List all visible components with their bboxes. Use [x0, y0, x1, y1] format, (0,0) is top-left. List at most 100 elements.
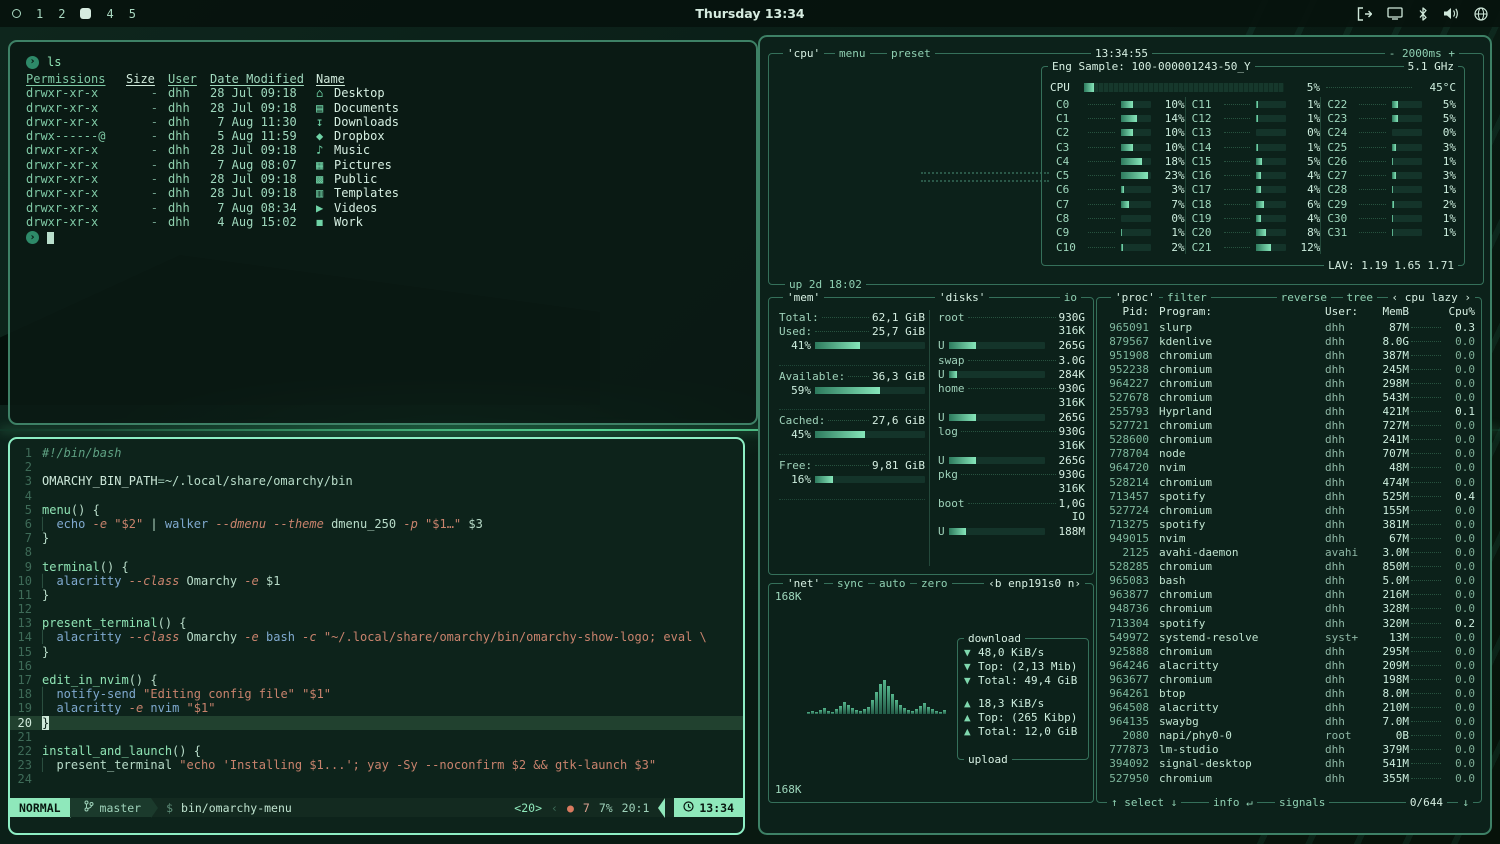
proc-filter-button[interactable]: filter: [1163, 291, 1211, 304]
disk-row: pkg930G: [938, 467, 1085, 481]
file-row: drwxr-xr-x-dhh 7 Aug 08:07▦Pictures: [26, 158, 740, 172]
disk-row: root930G: [938, 310, 1085, 324]
volume-icon[interactable]: [1443, 7, 1459, 20]
cpu-model-label: Eng Sample: 100-000001243-50_Y: [1048, 60, 1255, 73]
workspace-5[interactable]: 5: [129, 7, 136, 21]
process-row[interactable]: 964246alacrittydhh209M0.0: [1103, 658, 1475, 672]
process-row[interactable]: 964508alacrittydhh210M0.0: [1103, 701, 1475, 715]
workspace-active-icon[interactable]: [80, 8, 91, 19]
process-row[interactable]: 713457spotifydhh525M0.4: [1103, 489, 1475, 503]
neovim-window: 1#!/bin/bash23OMARCHY_BIN_PATH=~/.local/…: [8, 437, 745, 835]
process-row[interactable]: 777873lm-studiodhh379M0.0: [1103, 743, 1475, 757]
code-line: 1#!/bin/bash: [10, 446, 743, 460]
process-row[interactable]: 965083bashdhh5.0M0.0: [1103, 574, 1475, 588]
workspace-4[interactable]: 4: [106, 7, 113, 21]
process-row[interactable]: 394092signal-desktopdhh541M0.0: [1103, 757, 1475, 771]
proc-signals-hint[interactable]: signals: [1275, 796, 1329, 809]
network-globe-icon[interactable]: [1474, 7, 1488, 21]
process-row[interactable]: 255793Hyprlanddhh421M0.1: [1103, 405, 1475, 419]
process-row[interactable]: 964227chromiumdhh298M0.0: [1103, 376, 1475, 390]
terminal-cursor: [47, 232, 54, 244]
workspace-1[interactable]: 1: [36, 7, 43, 21]
process-row[interactable]: 527678chromiumdhh543M0.0: [1103, 390, 1475, 404]
process-row[interactable]: 964720nvimdhh48M0.0: [1103, 461, 1475, 475]
process-row[interactable]: 549972systemd-resolvesyst+13M0.0: [1103, 630, 1475, 644]
cpu-core-row: C121%: [1192, 111, 1321, 125]
process-row[interactable]: 964261btopdhh8.0M0.0: [1103, 686, 1475, 700]
refresh-interval-control[interactable]: - 2000ms +: [1385, 47, 1459, 60]
proc-info-hint[interactable]: info ↵: [1209, 796, 1257, 809]
cpu-cores-grid: C010%C114%C210%C310%C418%C523%C63%C77%C8…: [1050, 97, 1456, 254]
net-scale-top: 168K: [775, 590, 802, 603]
process-row[interactable]: 952238chromiumdhh245M0.0: [1103, 362, 1475, 376]
process-row[interactable]: 528600chromiumdhh241M0.0: [1103, 433, 1475, 447]
cpu-history-graph: [921, 172, 1049, 188]
statusline-clock: 13:34: [674, 798, 743, 817]
col-memb[interactable]: MemB: [1369, 305, 1409, 318]
nvim-command-line[interactable]: [10, 817, 743, 833]
col-program[interactable]: Program:: [1149, 305, 1325, 318]
bluetooth-icon[interactable]: [1418, 7, 1428, 21]
process-row[interactable]: 951908chromiumdhh387M0.0: [1103, 348, 1475, 362]
git-branch-name: master: [100, 801, 142, 815]
net-auto-toggle[interactable]: auto: [875, 577, 910, 590]
code-editor-buffer[interactable]: 1#!/bin/bash23OMARCHY_BIN_PATH=~/.local/…: [10, 439, 743, 798]
proc-panel-title[interactable]: 'proc': [1111, 291, 1159, 304]
proc-select-hint[interactable]: ↑ select ↓: [1107, 796, 1181, 809]
upload-stat: ▲Top: (265 Kibp): [964, 710, 1082, 724]
workspace-special-icon[interactable]: [12, 9, 21, 18]
shell-prompt-empty[interactable]: ›: [26, 230, 740, 245]
process-row[interactable]: 964135swaybgdhh7.0M0.0: [1103, 715, 1475, 729]
process-row[interactable]: 528214chromiumdhh474M0.0: [1103, 475, 1475, 489]
download-stat: ▼Top: (2,13 Mib): [964, 659, 1082, 673]
workspace-2[interactable]: 2: [58, 7, 65, 21]
io-toggle[interactable]: io: [1060, 291, 1081, 304]
process-row[interactable]: 879567kdenlivedhh8.0G0.0: [1103, 334, 1475, 348]
process-row[interactable]: 948736chromiumdhh328M0.0: [1103, 602, 1475, 616]
download-label: download: [964, 632, 1025, 645]
process-row[interactable]: 2125avahi-daemonavahi3.0M0.0: [1103, 546, 1475, 560]
col-pid[interactable]: Pid:: [1103, 305, 1149, 318]
preset-button[interactable]: preset: [887, 47, 935, 60]
process-row[interactable]: 527724chromiumdhh155M0.0: [1103, 503, 1475, 517]
proc-scroll-down-icon[interactable]: ↓: [1458, 796, 1473, 809]
cpu-core-row: C261%: [1327, 154, 1456, 168]
process-row[interactable]: 713275spotifydhh381M0.0: [1103, 517, 1475, 531]
net-interface-selector[interactable]: ‹b enp191s0 n›: [984, 577, 1085, 590]
disk-row: swap3.0G: [938, 353, 1085, 367]
net-sync-toggle[interactable]: sync: [833, 577, 868, 590]
disks-panel-title[interactable]: 'disks': [935, 291, 989, 304]
process-row[interactable]: 925888chromiumdhh295M0.0: [1103, 644, 1475, 658]
process-row[interactable]: 713304spotifydhh320M0.2: [1103, 616, 1475, 630]
screenshare-icon[interactable]: [1387, 7, 1403, 20]
cpu-core-row: C186%: [1192, 197, 1321, 211]
code-line: 8: [10, 545, 743, 559]
proc-count: 0/644: [1406, 796, 1447, 809]
process-row[interactable]: 528285chromiumdhh850M0.0: [1103, 560, 1475, 574]
proc-sort-selector[interactable]: ‹ cpu lazy ›: [1388, 291, 1475, 304]
proc-tree-toggle[interactable]: tree: [1343, 291, 1378, 304]
process-row[interactable]: 527950chromiumdhh355M0.0: [1103, 771, 1475, 785]
logout-icon[interactable]: [1357, 7, 1372, 21]
process-row[interactable]: 963877chromiumdhh216M0.0: [1103, 588, 1475, 602]
network-traffic-graph: [807, 598, 947, 714]
col-user[interactable]: User:: [1325, 305, 1369, 318]
process-row[interactable]: 778704nodedhh707M0.0: [1103, 447, 1475, 461]
folder-icon: ↧: [316, 115, 334, 129]
mem-panel-title[interactable]: 'mem': [783, 291, 824, 304]
proc-reverse-toggle[interactable]: reverse: [1277, 291, 1331, 304]
net-panel-title[interactable]: 'net': [783, 577, 824, 590]
process-row[interactable]: 2080napi/phy0-0root0B0.0: [1103, 729, 1475, 743]
net-zero-toggle[interactable]: zero: [917, 577, 952, 590]
mem-stat-row: Free:9,81 GiB: [779, 458, 925, 472]
process-row[interactable]: 527721chromiumdhh727M0.0: [1103, 419, 1475, 433]
disk-value: 316K: [938, 396, 1085, 410]
code-line: 22install_and_launch() {: [10, 744, 743, 758]
process-row[interactable]: 963677chromiumdhh198M0.0: [1103, 672, 1475, 686]
cpu-panel-title[interactable]: 'cpu': [783, 47, 824, 60]
process-row[interactable]: 965091slurpdhh87M0.3: [1103, 320, 1475, 334]
col-cpu[interactable]: Cpu%: [1443, 305, 1475, 318]
process-row[interactable]: 949015nvimdhh67M0.0: [1103, 531, 1475, 545]
menu-button[interactable]: menu: [835, 47, 870, 60]
statusline-selection: <20>: [514, 801, 542, 815]
